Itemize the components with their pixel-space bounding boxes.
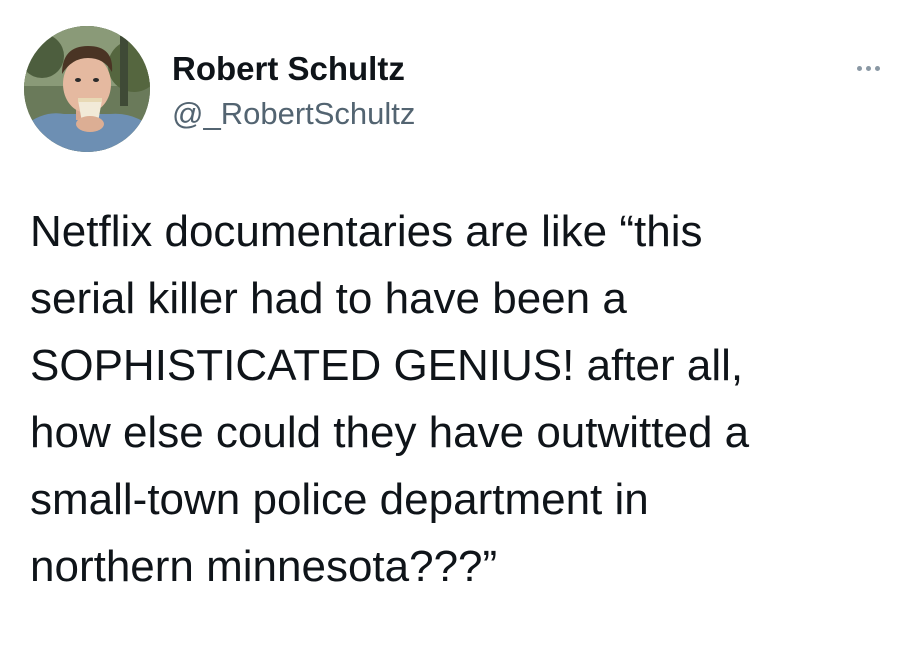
tweet-text: Netflix documentaries are like “this ser… — [30, 198, 900, 600]
avatar-photo-icon — [24, 26, 150, 152]
tweet-text-line: SOPHISTICATED GENIUS! after all, — [30, 341, 744, 390]
tweet-text-line: northern minnesota???” — [30, 542, 498, 591]
tweet-text-line: how else could they have outwitted a — [30, 408, 750, 457]
more-dots-icon — [856, 65, 862, 71]
tweet-card: Robert Schultz @_RobertSchultz Netflix d… — [0, 0, 918, 654]
more-dots-icon — [874, 65, 880, 71]
author-avatar[interactable] — [24, 26, 150, 152]
tweet-text-line: serial killer had to have been a — [30, 274, 627, 323]
tweet-text-line: small-town police department in — [30, 475, 649, 524]
more-options-button[interactable] — [848, 56, 888, 80]
author-handle[interactable]: @_RobertSchultz — [172, 96, 415, 132]
author-display-name[interactable]: Robert Schultz — [172, 50, 405, 88]
tweet-text-line: Netflix documentaries are like “this — [30, 207, 703, 256]
more-dots-icon — [865, 65, 871, 71]
